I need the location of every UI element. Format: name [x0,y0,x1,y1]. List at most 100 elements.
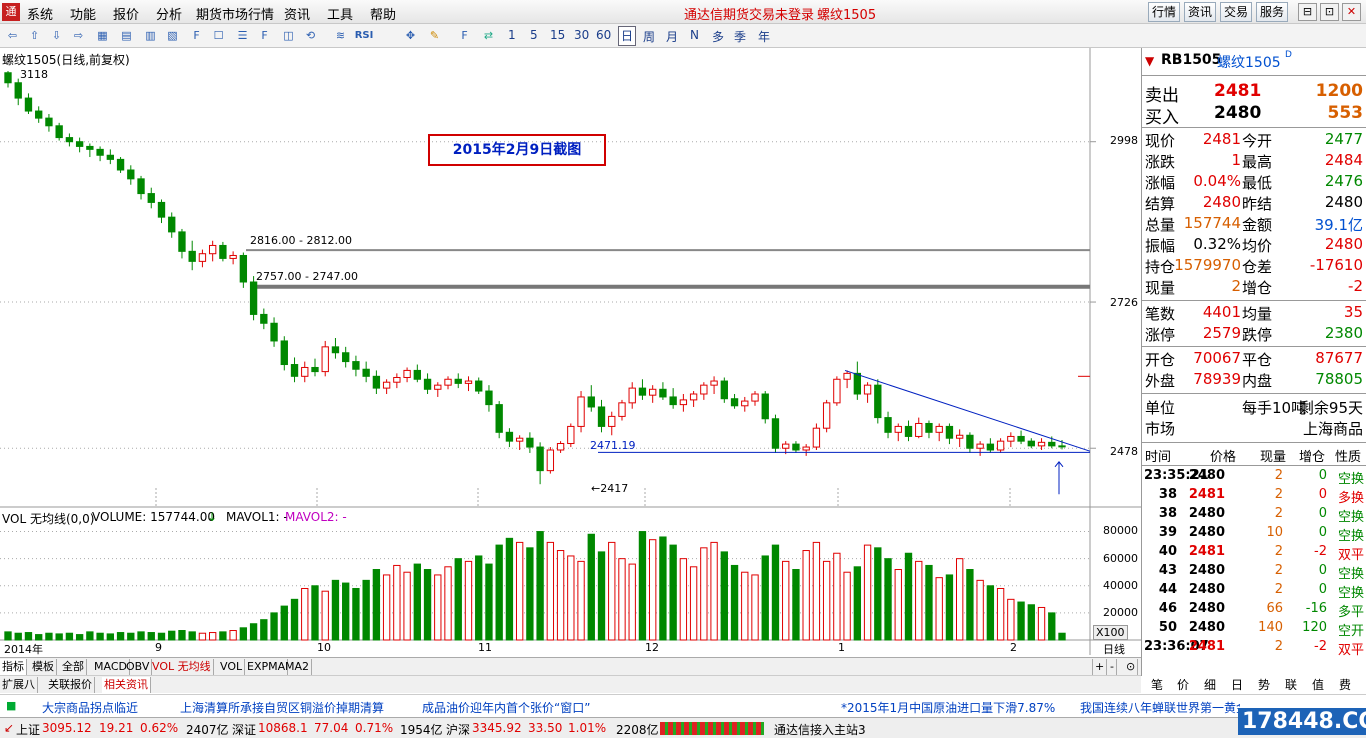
quote-value: 1579970 [1174,256,1241,274]
period-30min[interactable]: 30 [574,28,589,42]
news-item[interactable]: 大宗商品拐点临近 [42,699,138,716]
fz-icon[interactable]: F [256,27,273,44]
f5-icon[interactable]: F [456,27,473,44]
candle-body [945,425,954,439]
tab-ma2[interactable]: MA2 [283,659,313,675]
minimize-icon[interactable]: ⊟ [1298,3,1317,21]
close-icon[interactable]: ✕ [1342,3,1361,21]
quote-label: 仓差 [1242,258,1273,276]
side-tab-value[interactable]: 值 [1306,676,1330,693]
side-tab-trades[interactable]: 笔 [1145,676,1169,693]
tab-extension[interactable]: 扩展八 [0,677,38,693]
back-arrow-icon[interactable]: ⇦ [4,27,21,44]
settings-icon[interactable]: ⊙ [1124,659,1139,675]
period-year-marker[interactable]: N [690,28,699,42]
quote-value: 87677 [1315,349,1363,367]
volume-bar [966,569,974,641]
tab-expma[interactable]: EXPMA [245,659,289,675]
refresh-icon[interactable]: ⟲ [302,27,319,44]
volume-bar [198,632,207,641]
side-tab-price[interactable]: 价 [1171,676,1195,693]
news-item[interactable]: 我国连续八年蝉联世界第一黄金 [1080,699,1240,716]
news-item[interactable]: 成品油价迎年内首个张价“窗口” [422,699,590,716]
tab-all[interactable]: 全部 [60,659,87,675]
daily-tab[interactable]: 日线 [1103,641,1125,657]
tick-price: 2481 [1188,487,1225,502]
quote-label: 今开 [1242,132,1273,150]
menu-function[interactable]: 功能 [70,4,96,23]
switch-icon[interactable]: ⇄ [480,27,497,44]
news-button[interactable]: 资讯 [1184,2,1216,22]
side-tab-fee[interactable]: 费 [1333,676,1357,693]
period-60min[interactable]: 60 [596,28,611,42]
menu-futures-market[interactable]: 期货市场行情 [196,4,274,23]
news-item[interactable]: *2015年1月中国原油进口量下滑7.87% [841,699,1055,716]
menu-news[interactable]: 资讯 [284,4,310,23]
side-tab-link[interactable]: 联 [1279,676,1303,693]
candle-icon[interactable]: ▥ [142,27,159,44]
rsi-icon[interactable]: RSI [354,27,374,44]
volume-bar [178,630,186,641]
report-icon[interactable]: ☰ [234,27,251,44]
menu-quote[interactable]: 报价 [113,4,139,23]
tick-type: 空换 [1337,472,1364,487]
period-5min[interactable]: 5 [530,28,538,42]
tick-oi: 0 [1318,487,1327,502]
list-icon[interactable]: ▧ [164,27,181,44]
quote-value: 4401 [1202,303,1241,321]
period-day[interactable]: 日 [618,26,637,46]
f10-icon[interactable]: F [188,27,205,44]
menu-system[interactable]: 系统 [27,4,53,23]
side-tab-day[interactable]: 日 [1225,676,1249,693]
tab-obv[interactable]: OBV [124,659,153,675]
down-arrow-icon[interactable]: ⇩ [48,27,65,44]
volume-bar [1027,604,1035,641]
period-week[interactable]: 周 [643,28,655,45]
indicator-icon[interactable]: ≋ [332,27,349,44]
period-15min[interactable]: 15 [550,28,565,42]
quote-label: 持仓 [1145,258,1176,276]
news-item[interactable]: 上海清算所承接自贸区铜溢价掉期清算 [180,699,384,716]
chart-area[interactable]: 螺纹1505(日线,前复权) 3118 ←2417 2015年2月9日截图 28… [0,48,1141,657]
zoom-out-button[interactable]: - [1108,659,1117,675]
period-multi[interactable]: 多 [712,28,724,45]
period-month[interactable]: 月 [666,28,678,45]
sz-change: 77.04 [314,721,349,735]
tick-price: 2481 [1188,544,1225,559]
tab-related-quote[interactable]: 关联报价 [46,677,95,693]
menu-help[interactable]: 帮助 [370,4,396,23]
move-icon[interactable]: ✥ [402,27,419,44]
tab-vol[interactable]: VOL [218,659,246,675]
candle-body [515,437,524,442]
volume-bar [945,574,954,641]
menu-tools[interactable]: 工具 [327,4,353,23]
watermark-logo: 178448.COM [1238,708,1366,735]
tab-vol-no-ma[interactable]: VOL 无均线 [150,659,214,675]
tick-row: 44 2480 2 0 空换 [1142,582,1366,601]
pencil-icon[interactable]: ✎ [426,27,443,44]
up-arrow-icon[interactable]: ⇧ [26,27,43,44]
tick-oi: 0 [1318,563,1327,578]
candle-body [14,82,22,99]
period-year[interactable]: 年 [758,28,770,45]
period-quarter[interactable]: 季 [734,28,746,45]
forward-arrow-icon[interactable]: ⇨ [70,27,87,44]
quote-button[interactable]: 行情 [1148,2,1180,22]
maximize-icon[interactable]: ⊡ [1320,3,1339,21]
trade-button[interactable]: 交易 [1220,2,1252,22]
service-button[interactable]: 服务 [1256,2,1288,22]
volume-bar [352,587,360,641]
zoom-in-button[interactable]: + [1092,659,1108,675]
tab-related-news[interactable]: 相关资讯 [102,677,151,693]
side-tab-detail[interactable]: 细 [1198,676,1222,693]
period-1min[interactable]: 1 [508,28,516,42]
quote.rows-row: 涨跌 1 最高 2484 [1142,151,1366,172]
info-icon[interactable]: ☐ [210,27,227,44]
menu-analysis[interactable]: 分析 [156,4,182,23]
side-tab-trend[interactable]: 势 [1252,676,1276,693]
grid-icon[interactable]: ▦ [94,27,111,44]
chart-icon[interactable]: ◫ [280,27,297,44]
bar-chart-icon[interactable]: ▤ [118,27,135,44]
tab-indicator[interactable]: 指标 [0,659,27,675]
tab-template[interactable]: 模板 [30,659,57,675]
